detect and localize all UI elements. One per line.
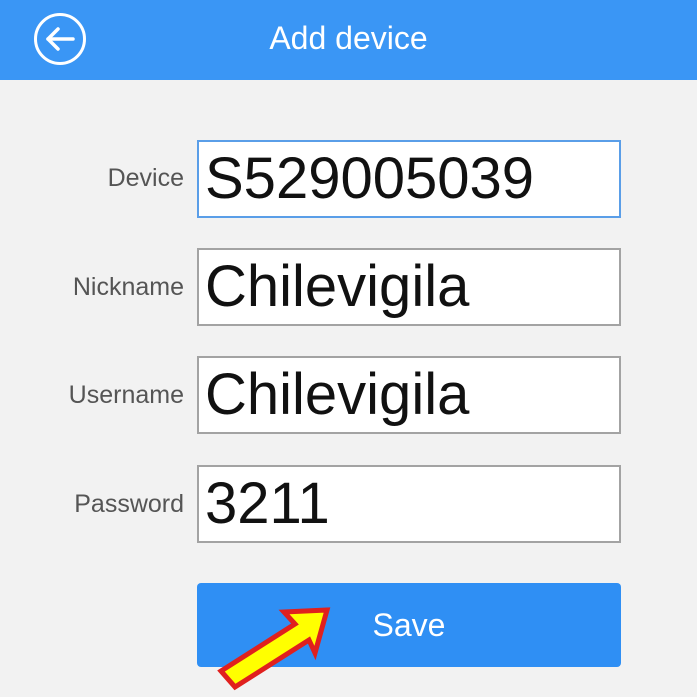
password-label: Password [74,490,184,518]
app-header: Add device [0,0,697,80]
username-label: Username [68,381,184,409]
nickname-label: Nickname [72,273,184,301]
nickname-field[interactable]: Chilevigila [197,248,621,326]
device-label: Device [107,164,184,192]
pointer-arrow-icon [217,607,331,691]
password-field[interactable]: 3211 [197,465,621,543]
page-title: Add device [269,20,428,56]
device-field[interactable]: S529005039 [197,140,621,218]
username-field[interactable]: Chilevigila [197,356,621,434]
